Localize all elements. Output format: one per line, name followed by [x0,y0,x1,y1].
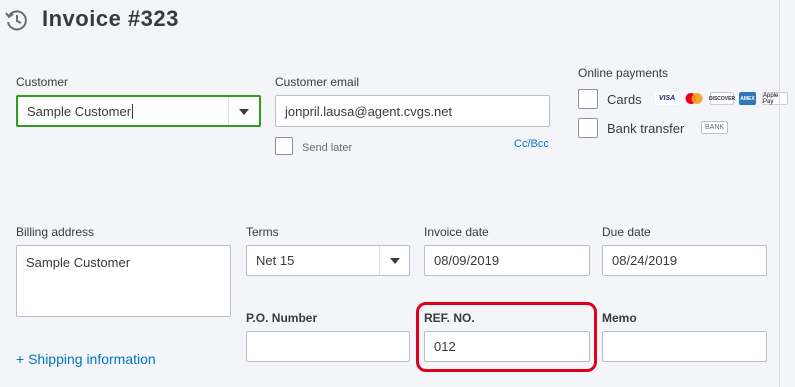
invoice-header: Invoice #323 [0,0,795,40]
customer-email-input[interactable]: jonpril.lausa@agent.cvgs.net [275,95,550,127]
due-date-value: 08/24/2019 [612,253,678,268]
billing-address-value: Sample Customer [26,255,131,270]
po-number-label: P.O. Number [246,311,318,325]
due-date-input[interactable]: 08/24/2019 [602,245,767,276]
billing-address-label: Billing address [16,225,95,239]
panel-divider [779,0,780,387]
discover-icon: DISCOVER [709,92,735,105]
page-title: Invoice #323 [42,6,179,31]
invoice-date-input[interactable]: 08/09/2019 [424,245,590,276]
cc-bcc-link[interactable]: Cc/Bcc [514,138,549,150]
amex-icon: AMEX [739,92,756,105]
send-later-label: Send later [302,142,353,154]
invoice-date-label: Invoice date [424,225,489,239]
terms-label: Terms [246,225,279,239]
online-payments-label: Online payments [578,66,669,80]
history-clock-icon[interactable] [4,7,30,33]
customer-email-value: jonpril.lausa@agent.cvgs.net [285,103,453,119]
customer-value: Sample Customer [27,103,132,119]
billing-address-textarea[interactable]: Sample Customer [16,245,231,317]
bank-transfer-label: Bank transfer [607,121,685,136]
visa-icon: VISA [655,92,679,105]
shipping-information-link[interactable]: + Shipping information [16,351,156,367]
dropdown-divider [228,97,229,125]
mastercard-icon: mastercard [683,92,705,105]
customer-select[interactable]: Sample Customer [16,95,261,127]
chevron-down-icon[interactable] [239,109,249,115]
dropdown-divider [379,246,380,275]
bank-transfer-checkbox[interactable] [578,118,598,138]
bank-badge-icon: BANK [701,121,729,134]
chevron-down-icon[interactable] [390,258,400,264]
apple-pay-icon: Apple Pay [762,92,788,105]
text-cursor [132,103,134,119]
cards-checkbox[interactable] [578,89,598,109]
terms-select[interactable]: Net 15 [246,245,410,276]
cards-label: Cards [607,92,642,107]
ref-no-highlight-annotation [416,302,597,372]
invoice-date-value: 08/09/2019 [434,253,500,268]
memo-input[interactable] [602,331,767,362]
memo-label: Memo [602,311,637,325]
due-date-label: Due date [602,225,651,239]
send-later-checkbox[interactable] [275,137,293,155]
terms-value: Net 15 [256,253,295,268]
customer-label: Customer [16,75,69,89]
customer-email-label: Customer email [275,75,360,89]
po-number-input[interactable] [246,331,410,362]
